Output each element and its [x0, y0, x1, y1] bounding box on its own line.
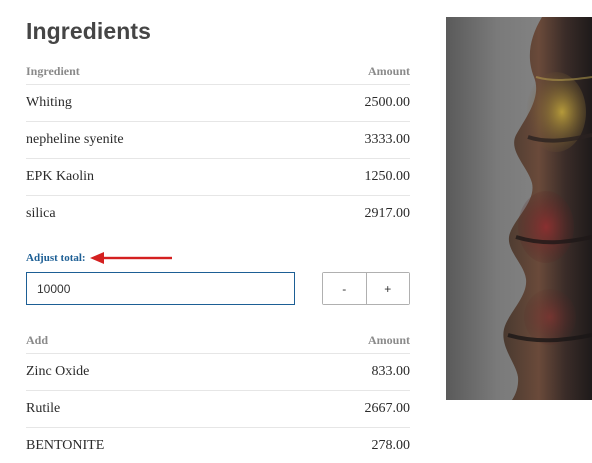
amount-column-header: Amount	[367, 63, 410, 78]
additions-table: Zinc Oxide 833.00 Rutile 2667.00 BENTONI…	[26, 354, 410, 463]
table-row: Whiting 2500.00	[26, 85, 410, 122]
page-title: Ingredients	[26, 18, 152, 44]
amount-column-header: Amount	[367, 332, 410, 347]
table-row: Zinc Oxide 833.00	[26, 354, 410, 391]
add-column-header: Add	[26, 332, 49, 347]
adjust-total-controls: - +	[26, 272, 410, 305]
ingredient-name: EPK Kaolin	[26, 169, 95, 184]
ingredient-column-header: Ingredient	[26, 63, 80, 78]
ingredient-name: Whiting	[26, 95, 72, 110]
ingredients-table: Whiting 2500.00 nepheline syenite 3333.0…	[26, 85, 410, 232]
recipe-panel: Ingredients Ingredient Amount Whiting 25…	[26, 14, 410, 463]
addition-amount: 2667.00	[364, 401, 411, 416]
ingredient-amount: 2500.00	[364, 95, 411, 110]
table-row: BENTONITE 278.00	[26, 428, 410, 463]
recipe-page: Ingredients Ingredient Amount Whiting 25…	[0, 0, 592, 463]
ingredients-table-header: Ingredient Amount	[26, 60, 410, 85]
ingredient-name: nepheline syenite	[26, 132, 124, 147]
table-row: Rutile 2667.00	[26, 391, 410, 428]
table-row: silica 2917.00	[26, 196, 410, 232]
increment-button[interactable]: +	[365, 273, 409, 304]
adjust-total-label: Adjust total:	[26, 252, 86, 264]
ceramic-vase-image	[446, 17, 592, 400]
arrow-left-icon	[90, 252, 172, 264]
addition-name: Rutile	[26, 401, 61, 416]
decrement-button[interactable]: -	[323, 273, 366, 304]
ingredient-amount: 1250.00	[364, 169, 411, 184]
adjust-total-input[interactable]	[26, 272, 295, 305]
adjust-total-label-row: Adjust total:	[26, 248, 410, 268]
glaze-sample-photo	[446, 17, 592, 400]
table-row: EPK Kaolin 1250.00	[26, 159, 410, 196]
ingredient-name: silica	[26, 206, 56, 221]
addition-name: BENTONITE	[26, 438, 105, 453]
addition-amount: 278.00	[371, 438, 411, 453]
addition-name: Zinc Oxide	[26, 364, 90, 379]
table-row: nepheline syenite 3333.00	[26, 122, 410, 159]
additions-table-header: Add Amount	[26, 329, 410, 354]
ingredient-amount: 3333.00	[364, 132, 411, 147]
total-stepper: - +	[322, 272, 410, 305]
addition-amount: 833.00	[371, 364, 411, 379]
ingredient-amount: 2917.00	[364, 206, 411, 221]
